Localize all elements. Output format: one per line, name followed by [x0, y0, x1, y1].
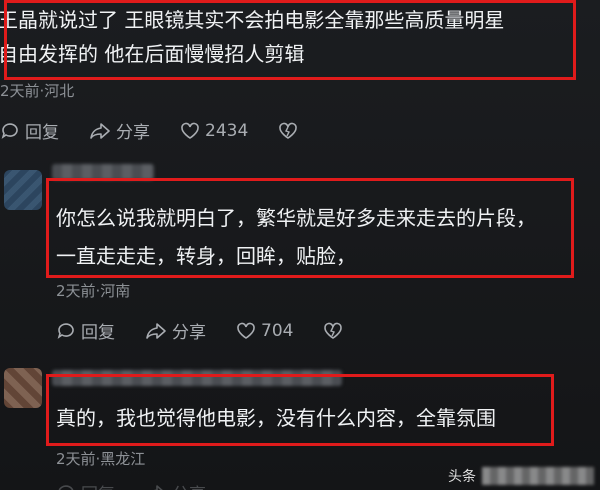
comment-meta: 2天前·黑龙江: [56, 450, 146, 468]
share-button[interactable]: 分享: [145, 318, 206, 343]
watermark-source: 头条: [448, 469, 476, 485]
like-count: 2434: [205, 120, 249, 141]
share-button[interactable]: 分享: [89, 118, 150, 143]
reply-icon: [58, 484, 74, 490]
watermark-account-blurred: [482, 467, 594, 485]
reply-label: 回复: [25, 123, 59, 143]
reply-button[interactable]: 回复: [0, 118, 59, 143]
watermark: 头条: [448, 466, 594, 486]
heart-icon: [181, 122, 199, 139]
reply-icon: [57, 322, 74, 339]
highlight-box: [46, 374, 554, 446]
dislike-button[interactable]: [278, 121, 303, 141]
comment-item: 真的，我也觉得他电影，没有什么内容，全靠氛围 2天前·黑龙江 回复 分享 头条: [0, 358, 600, 490]
comment-list: 王晶就说过了 王眼镜其实不会拍电影全靠那些高质量明星 自由发挥的 他在后面慢慢招…: [0, 0, 600, 490]
dislike-heart-icon: [279, 122, 298, 139]
avatar[interactable]: [4, 170, 42, 210]
comment-item: 你怎么说我就明白了，繁华就是好多走来走去的片段， 一直走走走，转身，回眸，贴脸，…: [0, 158, 600, 350]
reply-label: 回复: [81, 323, 115, 343]
share-label: 分享: [116, 123, 150, 143]
like-count: 704: [261, 320, 294, 341]
reply-icon: [1, 122, 18, 139]
share-icon: [90, 122, 110, 139]
comment-actions: 回复 分享 704: [56, 318, 348, 343]
comment-meta: 2天前·河南: [56, 282, 131, 300]
heart-icon: [237, 322, 255, 339]
like-button[interactable]: 2434: [180, 121, 248, 141]
highlight-box: [4, 0, 576, 80]
comment-actions: 回复 分享: [56, 480, 206, 490]
share-icon: [152, 484, 164, 490]
avatar[interactable]: [4, 368, 42, 408]
highlight-box: [46, 178, 574, 278]
reply-label: 回复: [81, 480, 115, 490]
dislike-heart-icon: [324, 322, 343, 339]
comment-item: 王晶就说过了 王眼镜其实不会拍电影全靠那些高质量明星 自由发挥的 他在后面慢慢招…: [0, 0, 600, 150]
reply-button[interactable]: 回复: [56, 318, 115, 343]
like-button[interactable]: 704: [236, 321, 293, 341]
dislike-button[interactable]: [323, 321, 348, 341]
comment-meta: 2天前·河北: [0, 82, 75, 100]
comment-actions: 回复 分享 2434: [0, 118, 303, 143]
share-label: 分享: [172, 323, 206, 343]
reply-button[interactable]: 回复: [56, 480, 115, 490]
share-label: 分享: [172, 480, 206, 490]
share-button[interactable]: 分享: [145, 480, 206, 490]
share-icon: [146, 322, 166, 339]
